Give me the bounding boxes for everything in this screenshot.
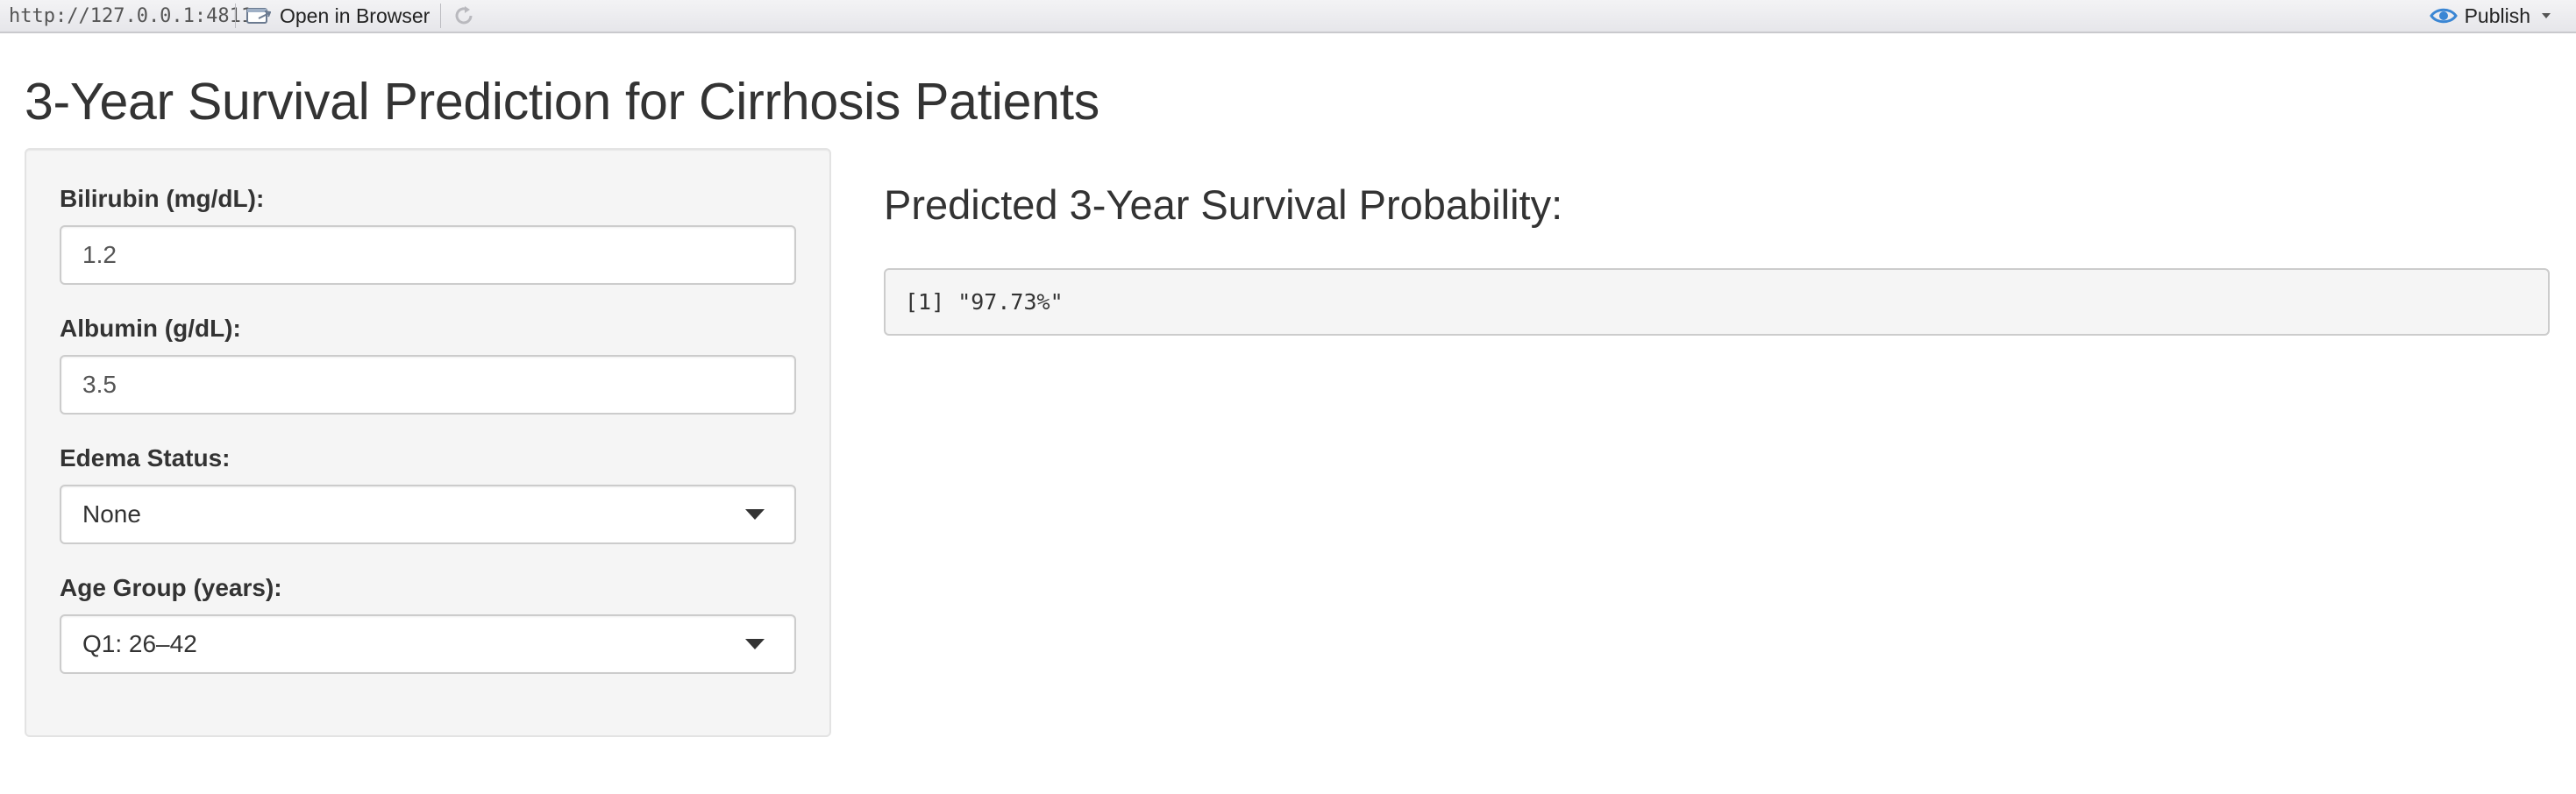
publish-label: Publish — [2464, 4, 2530, 27]
open-in-browser-label: Open in Browser — [280, 4, 431, 27]
toolbar-divider — [235, 4, 236, 28]
edema-select[interactable]: None — [60, 485, 796, 544]
albumin-input[interactable] — [60, 355, 796, 415]
edema-label: Edema Status: — [60, 444, 231, 471]
page-title: 3-Year Survival Prediction for Cirrhosis… — [25, 73, 1099, 131]
bilirubin-label: Bilirubin (mg/dL): — [60, 185, 265, 212]
age-group-selected-value: Q1: 26–42 — [82, 630, 197, 657]
publish-button[interactable]: Publish — [2429, 0, 2551, 32]
age-group-select[interactable]: Q1: 26–42 — [60, 614, 796, 674]
chevron-down-icon[interactable] — [2541, 12, 2551, 19]
prediction-output: [1] "97.73%" — [884, 268, 2550, 336]
age-group-label: Age Group (years): — [60, 574, 282, 601]
age-group-group: Age Group (years): Q1: 26–42 — [60, 574, 796, 674]
open-in-browser-button[interactable]: Open in Browser — [241, 1, 435, 31]
albumin-label: Albumin (g/dL): — [60, 315, 241, 342]
edema-selected-value: None — [82, 500, 141, 528]
viewer-toolbar: http://127.0.0.1:4811 Open in Browser Pu… — [0, 0, 2576, 33]
albumin-group: Albumin (g/dL): — [60, 315, 796, 415]
edema-group: Edema Status: None — [60, 444, 796, 544]
bilirubin-group: Bilirubin (mg/dL): — [60, 185, 796, 285]
viewer-url[interactable]: http://127.0.0.1:4811 — [0, 5, 253, 27]
output-heading: Predicted 3-Year Survival Probability: — [884, 181, 1563, 228]
caret-down-icon — [745, 639, 765, 649]
input-panel: Bilirubin (mg/dL): Albumin (g/dL): Edema… — [25, 148, 831, 737]
bilirubin-input[interactable] — [60, 225, 796, 285]
browser-window-icon — [246, 6, 271, 25]
toolbar-divider — [440, 4, 442, 28]
refresh-button[interactable] — [448, 1, 480, 31]
caret-down-icon — [745, 509, 765, 520]
refresh-icon — [455, 6, 473, 25]
publish-eye-icon — [2429, 5, 2458, 26]
